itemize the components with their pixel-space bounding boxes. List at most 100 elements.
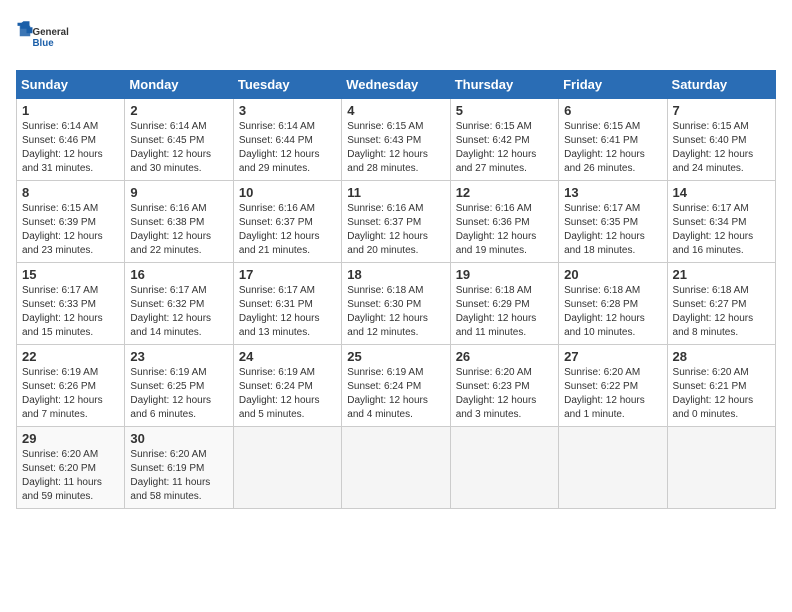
day-info: Sunrise: 6:17 AM Sunset: 6:32 PM Dayligh… [130,284,227,340]
calendar-cell: 18 Sunrise: 6:18 AM Sunset: 6:30 PM Dayli… [342,263,450,345]
calendar-cell: 15Sunrise: 6:17 AM Sunset: 6:33 PM Dayli… [17,263,125,345]
week-row-3: 15Sunrise: 6:17 AM Sunset: 6:33 PM Dayli… [17,263,776,345]
day-info: Sunrise: 6:19 AM Sunset: 6:25 PM Dayligh… [130,366,227,422]
day-number: 13 [564,185,661,200]
calendar-cell [559,427,667,509]
day-info: Sunrise: 6:14 AM Sunset: 6:45 PM Dayligh… [130,120,227,176]
day-info: Sunrise: 6:17 AM Sunset: 6:33 PM Dayligh… [22,284,119,340]
svg-text:Blue: Blue [33,38,55,49]
day-info: Sunrise: 6:20 AM Sunset: 6:19 PM Dayligh… [130,448,227,504]
day-number: 23 [130,349,227,364]
day-info: Sunrise: 6:16 AM Sunset: 6:36 PM Dayligh… [456,202,553,258]
day-number: 18 [347,267,444,282]
calendar-cell: 13 Sunrise: 6:17 AM Sunset: 6:35 PM Dayli… [559,181,667,263]
calendar-cell: 14 Sunrise: 6:17 AM Sunset: 6:34 PM Dayli… [667,181,775,263]
calendar-cell: 19Sunrise: 6:18 AM Sunset: 6:29 PM Dayli… [450,263,558,345]
day-number: 14 [673,185,770,200]
day-number: 22 [22,349,119,364]
day-info: Sunrise: 6:19 AM Sunset: 6:26 PM Dayligh… [22,366,119,422]
calendar-cell: 3 Sunrise: 6:14 AM Sunset: 6:44 PM Daylig… [233,99,341,181]
day-info: Sunrise: 6:18 AM Sunset: 6:28 PM Dayligh… [564,284,661,340]
day-number: 25 [347,349,444,364]
calendar-table: SundayMondayTuesdayWednesdayThursdayFrid… [16,70,776,509]
calendar-cell [233,427,341,509]
calendar-cell: 4 Sunrise: 6:15 AM Sunset: 6:43 PM Daylig… [342,99,450,181]
day-number: 17 [239,267,336,282]
day-info: Sunrise: 6:20 AM Sunset: 6:23 PM Dayligh… [456,366,553,422]
calendar-cell: 12Sunrise: 6:16 AM Sunset: 6:36 PM Dayli… [450,181,558,263]
day-number: 5 [456,103,553,118]
day-info: Sunrise: 6:14 AM Sunset: 6:46 PM Dayligh… [22,120,119,176]
svg-text:General: General [33,27,70,38]
calendar-cell: 2 Sunrise: 6:14 AM Sunset: 6:45 PM Daylig… [125,99,233,181]
day-info: Sunrise: 6:20 AM Sunset: 6:22 PM Dayligh… [564,366,661,422]
calendar-cell: 30 Sunrise: 6:20 AM Sunset: 6:19 PM Dayli… [125,427,233,509]
week-row-5: 29 Sunrise: 6:20 AM Sunset: 6:20 PM Dayli… [17,427,776,509]
calendar-cell: 22 Sunrise: 6:19 AM Sunset: 6:26 PM Dayli… [17,345,125,427]
day-number: 4 [347,103,444,118]
header-friday: Friday [559,71,667,99]
day-number: 11 [347,185,444,200]
calendar-cell: 11Sunrise: 6:16 AM Sunset: 6:37 PM Dayli… [342,181,450,263]
day-info: Sunrise: 6:17 AM Sunset: 6:31 PM Dayligh… [239,284,336,340]
day-number: 1 [22,103,119,118]
day-info: Sunrise: 6:15 AM Sunset: 6:42 PM Dayligh… [456,120,553,176]
day-number: 16 [130,267,227,282]
header-thursday: Thursday [450,71,558,99]
logo-svg: General Blue [16,16,76,58]
day-number: 20 [564,267,661,282]
header-wednesday: Wednesday [342,71,450,99]
week-row-4: 22 Sunrise: 6:19 AM Sunset: 6:26 PM Dayli… [17,345,776,427]
day-number: 10 [239,185,336,200]
calendar-cell: 28Sunrise: 6:20 AM Sunset: 6:21 PM Dayli… [667,345,775,427]
day-info: Sunrise: 6:17 AM Sunset: 6:34 PM Dayligh… [673,202,770,258]
calendar-cell: 17 Sunrise: 6:17 AM Sunset: 6:31 PM Dayli… [233,263,341,345]
calendar-cell: 6Sunrise: 6:15 AM Sunset: 6:41 PM Daylig… [559,99,667,181]
header-monday: Monday [125,71,233,99]
calendar-cell: 27 Sunrise: 6:20 AM Sunset: 6:22 PM Dayli… [559,345,667,427]
calendar-cell: 23 Sunrise: 6:19 AM Sunset: 6:25 PM Dayli… [125,345,233,427]
day-info: Sunrise: 6:18 AM Sunset: 6:30 PM Dayligh… [347,284,444,340]
day-info: Sunrise: 6:18 AM Sunset: 6:27 PM Dayligh… [673,284,770,340]
day-info: Sunrise: 6:18 AM Sunset: 6:29 PM Dayligh… [456,284,553,340]
day-info: Sunrise: 6:19 AM Sunset: 6:24 PM Dayligh… [239,366,336,422]
page-header: General Blue [16,16,776,58]
calendar-cell: 10 Sunrise: 6:16 AM Sunset: 6:37 PM Dayli… [233,181,341,263]
day-info: Sunrise: 6:17 AM Sunset: 6:35 PM Dayligh… [564,202,661,258]
header-tuesday: Tuesday [233,71,341,99]
calendar-cell: 29 Sunrise: 6:20 AM Sunset: 6:20 PM Dayli… [17,427,125,509]
day-info: Sunrise: 6:16 AM Sunset: 6:38 PM Dayligh… [130,202,227,258]
day-info: Sunrise: 6:15 AM Sunset: 6:39 PM Dayligh… [22,202,119,258]
calendar-cell: 21 Sunrise: 6:18 AM Sunset: 6:27 PM Dayli… [667,263,775,345]
day-info: Sunrise: 6:20 AM Sunset: 6:20 PM Dayligh… [22,448,119,504]
calendar-cell: 1 Sunrise: 6:14 AM Sunset: 6:46 PM Daylig… [17,99,125,181]
day-info: Sunrise: 6:19 AM Sunset: 6:24 PM Dayligh… [347,366,444,422]
calendar-cell: 8Sunrise: 6:15 AM Sunset: 6:39 PM Daylig… [17,181,125,263]
day-number: 6 [564,103,661,118]
day-number: 9 [130,185,227,200]
calendar-cell: 5 Sunrise: 6:15 AM Sunset: 6:42 PM Daylig… [450,99,558,181]
day-number: 7 [673,103,770,118]
calendar-cell: 25 Sunrise: 6:19 AM Sunset: 6:24 PM Dayli… [342,345,450,427]
day-number: 27 [564,349,661,364]
day-number: 21 [673,267,770,282]
calendar-cell [342,427,450,509]
day-number: 2 [130,103,227,118]
week-row-2: 8Sunrise: 6:15 AM Sunset: 6:39 PM Daylig… [17,181,776,263]
day-number: 3 [239,103,336,118]
calendar-cell: 20 Sunrise: 6:18 AM Sunset: 6:28 PM Dayli… [559,263,667,345]
calendar-cell: 7Sunrise: 6:15 AM Sunset: 6:40 PM Daylig… [667,99,775,181]
header-saturday: Saturday [667,71,775,99]
day-number: 30 [130,431,227,446]
header-row: SundayMondayTuesdayWednesdayThursdayFrid… [17,71,776,99]
calendar-cell: 9 Sunrise: 6:16 AM Sunset: 6:38 PM Daylig… [125,181,233,263]
day-info: Sunrise: 6:20 AM Sunset: 6:21 PM Dayligh… [673,366,770,422]
day-info: Sunrise: 6:16 AM Sunset: 6:37 PM Dayligh… [239,202,336,258]
logo: General Blue [16,16,76,58]
calendar-cell: 26Sunrise: 6:20 AM Sunset: 6:23 PM Dayli… [450,345,558,427]
week-row-1: 1 Sunrise: 6:14 AM Sunset: 6:46 PM Daylig… [17,99,776,181]
day-info: Sunrise: 6:15 AM Sunset: 6:43 PM Dayligh… [347,120,444,176]
day-info: Sunrise: 6:14 AM Sunset: 6:44 PM Dayligh… [239,120,336,176]
day-number: 29 [22,431,119,446]
calendar-cell [667,427,775,509]
